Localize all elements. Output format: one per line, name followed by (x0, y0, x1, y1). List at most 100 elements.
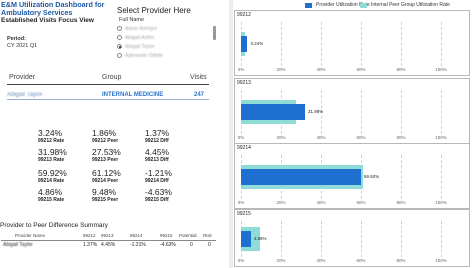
provider-name-cell: Abigail Taylor (7, 92, 43, 98)
chart-title: 99214 (237, 145, 251, 151)
provider-option-label: Abigail Ashrn (125, 34, 155, 41)
x-tick-label: 100% (435, 67, 447, 72)
kpi-label: 99214 Peer (92, 178, 119, 184)
kpi-card: 9.48% 99215 Peer (92, 187, 138, 203)
x-tick-label: 80% (396, 258, 406, 263)
kpi-card: 27.53% 99213 Peer (92, 147, 138, 163)
gridline (401, 155, 402, 199)
kpi-label: 99215 Rate (38, 197, 65, 203)
kpi-value: 3.24% (38, 128, 63, 138)
x-tick-label: 60% (356, 67, 366, 72)
kpi-label: 99212 Rate (38, 138, 65, 144)
gridline (321, 22, 322, 66)
provider-option[interactable]: Adenwale Odeife (117, 51, 217, 60)
x-tick-label: 80% (396, 200, 406, 205)
legend-swatch-peer (360, 2, 367, 8)
kpi-card: 4.45% 99213 Diff (145, 147, 191, 163)
provider-option[interactable]: Abigail Ashrn (117, 33, 217, 42)
radio-icon[interactable] (117, 53, 122, 58)
visits-column-header[interactable]: Visits (190, 74, 207, 81)
kpi-label: 99213 Rate (38, 157, 65, 163)
x-tick-label: 0% (237, 200, 245, 205)
provider-rate-bar[interactable] (241, 169, 361, 185)
legend-item-peer: Internal Peer Group Utilization Rate (360, 2, 450, 8)
provider-option-label: Aaron Ashrgrn (125, 25, 157, 32)
gridline (361, 90, 362, 134)
kpi-label: 99212 Diff (145, 138, 169, 144)
selector-scrollbar[interactable] (213, 26, 216, 40)
report-subtitle: Established Visits Focus View (1, 17, 94, 24)
bar-data-label: 31.98% (307, 109, 324, 114)
provider-visits-cell: 247 (194, 92, 205, 98)
radio-icon[interactable] (117, 26, 122, 31)
summary-header-99213[interactable]: 99213 (101, 233, 114, 238)
kpi-card: 61.12% 99214 Peer (92, 168, 138, 184)
legend-swatch-rate (305, 2, 312, 8)
provider-rate-bar[interactable] (241, 104, 305, 120)
x-tick-label: 20% (276, 135, 286, 140)
kpi-value: 9.48% (92, 187, 117, 197)
kpi-label: 99213 Diff (145, 157, 169, 163)
provider-column-header[interactable]: Provider (9, 74, 35, 81)
bar-data-label: 4.86% (253, 236, 267, 241)
summary-header-potential[interactable]: Potential (179, 233, 197, 238)
kpi-label: 99214 Rate (38, 178, 65, 184)
x-tick-label: 0% (237, 258, 245, 263)
kpi-card: 1.86% 99212 Peer (92, 128, 138, 144)
kpi-value: 31.98% (38, 147, 67, 157)
provider-rate-bar[interactable] (241, 36, 248, 52)
gridline (361, 221, 362, 257)
gridline (441, 155, 442, 199)
x-tick-label: 40% (316, 258, 326, 263)
summary-provider-cell: Abigail Taylor (3, 242, 33, 248)
summary-header-risk[interactable]: Risk (203, 233, 212, 238)
gridline (361, 22, 362, 66)
kpi-label: 99213 Peer (92, 157, 119, 163)
summary-header-provider[interactable]: Provider Name (15, 233, 45, 238)
bar-data-label: 59.92% (363, 174, 380, 179)
kpi-value: -1.21% (145, 168, 172, 178)
gridline (401, 22, 402, 66)
gridline (401, 90, 402, 134)
section-divider (229, 0, 233, 268)
selector-heading: Select Provider Here (117, 6, 191, 15)
provider-option[interactable]: Aaron Ashrgrn (117, 24, 217, 33)
kpi-label: 99212 Peer (92, 138, 119, 144)
report-title: E&M Utilization Dashboard for Ambulatory… (1, 0, 105, 17)
x-tick-label: 40% (316, 67, 326, 72)
radio-selected-icon[interactable] (117, 44, 122, 49)
provider-rate-bar[interactable] (241, 231, 251, 247)
summary-cell: 1.37% (83, 242, 98, 248)
period-label: Period: (7, 36, 26, 42)
radio-icon[interactable] (117, 35, 122, 40)
summary-cell: 4.45% (101, 242, 116, 248)
x-tick-label: 20% (276, 258, 286, 263)
group-column-header[interactable]: Group (102, 74, 121, 81)
x-tick-label: 100% (435, 200, 447, 205)
gridline (441, 22, 442, 66)
summary-header-99214[interactable]: 99214 (130, 233, 143, 238)
summary-header-99215[interactable]: 99215 (160, 233, 173, 238)
kpi-card: -1.21% 99214 Diff (145, 168, 191, 184)
kpi-value: -4.63% (145, 187, 172, 197)
legend-label: Internal Peer Group Utilization Rate (371, 2, 450, 8)
x-tick-label: 0% (237, 67, 245, 72)
summary-cell: 0 (208, 242, 211, 248)
kpi-card: 31.98% 99213 Rate (38, 147, 84, 163)
gridline (401, 221, 402, 257)
provider-selector-list[interactable]: Aaron Ashrgrn Abigail Ashrn Abigail Tayl… (117, 24, 217, 70)
kpi-value: 1.37% (145, 128, 170, 138)
kpi-label: 99214 Diff (145, 178, 169, 184)
provider-option-label: Abigail Taylor (125, 43, 155, 50)
chart-title: 99213 (237, 80, 251, 86)
summary-cell: -4.63% (160, 242, 176, 248)
chart-panel-99213: 99213 0% 20% 40% 60% 80% 100% 31.98% (234, 78, 470, 144)
provider-group-cell: INTERNAL MEDICINE (102, 92, 164, 98)
provider-option-selected[interactable]: Abigail Taylor (117, 42, 217, 51)
x-tick-label: 40% (316, 135, 326, 140)
kpi-card: 1.37% 99212 Diff (145, 128, 191, 144)
x-tick-label: 60% (356, 258, 366, 263)
summary-title: Provider to Peer Difference Summary (0, 222, 108, 229)
x-tick-label: 0% (237, 135, 245, 140)
summary-header-99212[interactable]: 99212 (83, 233, 96, 238)
